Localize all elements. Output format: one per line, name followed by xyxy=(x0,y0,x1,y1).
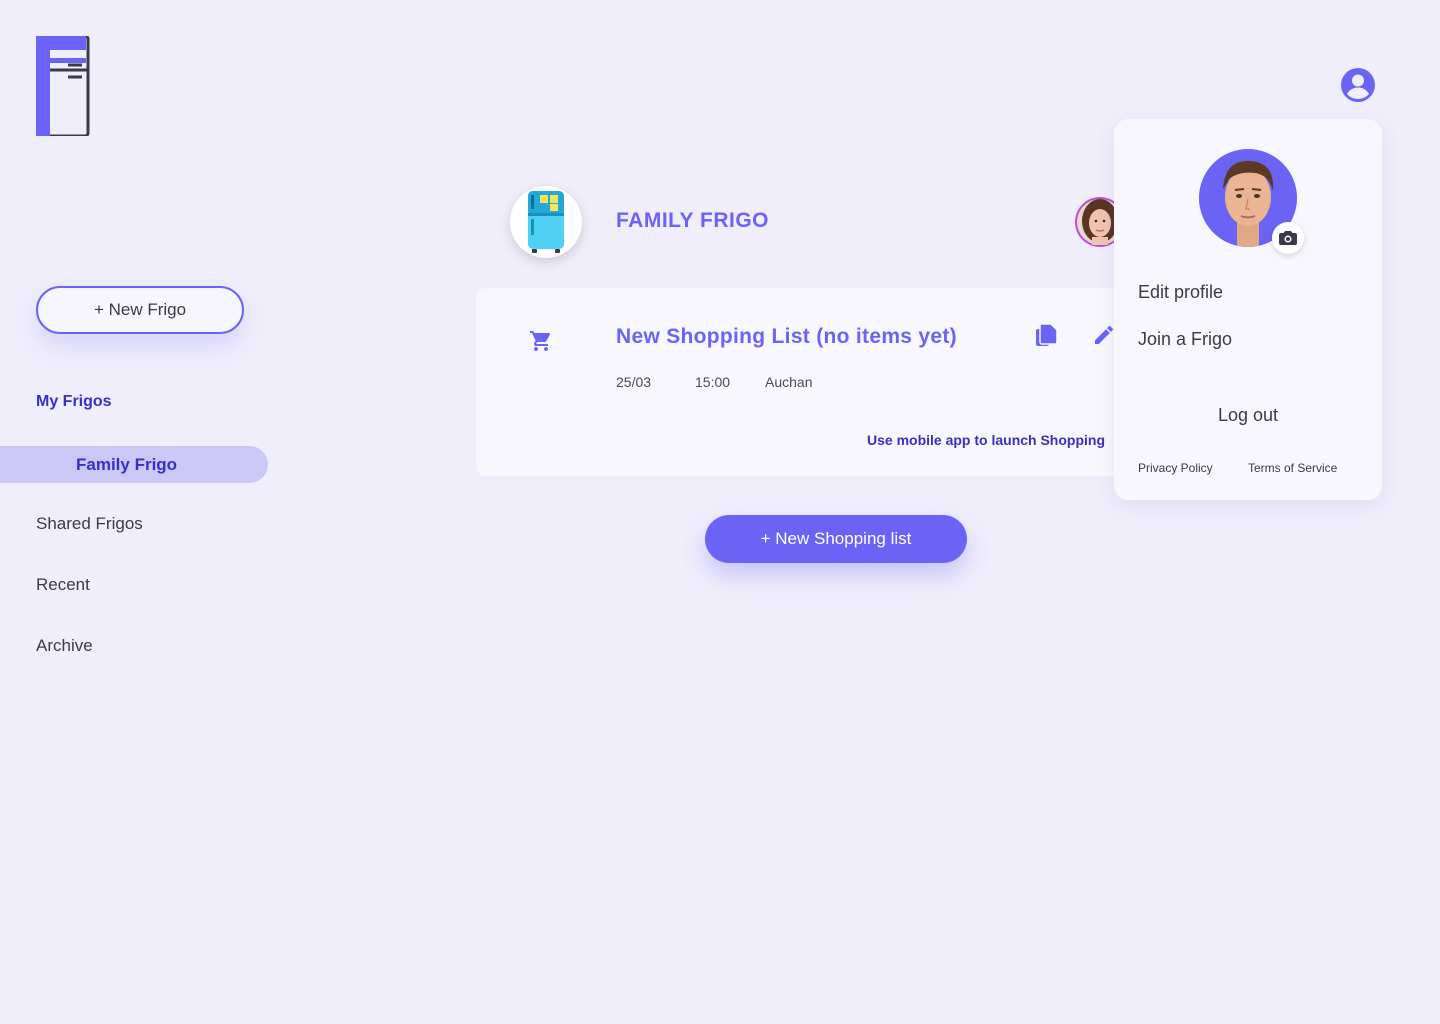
my-frigos-heading: My Frigos xyxy=(36,393,112,410)
list-store: Auchan xyxy=(765,374,813,390)
frigo-avatar xyxy=(510,186,582,258)
copy-icon[interactable] xyxy=(1036,324,1058,348)
profile-dropdown: Edit profile Join a Frigo Log out Privac… xyxy=(1114,119,1382,500)
fridge-logo[interactable] xyxy=(36,36,90,136)
new-shopping-list-button[interactable]: + New Shopping list xyxy=(705,515,967,563)
sidebar-item-shared-frigos[interactable]: Shared Frigos xyxy=(36,514,143,534)
terms-of-service-link[interactable]: Terms of Service xyxy=(1248,461,1337,475)
sidebar-item-archive[interactable]: Archive xyxy=(36,636,93,656)
list-date: 25/03 xyxy=(616,374,652,390)
list-time: 15:00 xyxy=(695,374,731,390)
launch-shopping-link[interactable]: Use mobile app to launch Shopping xyxy=(867,432,1117,448)
edit-profile-item[interactable]: Edit profile xyxy=(1138,282,1223,303)
fridge-illustration-icon xyxy=(528,191,564,253)
frigo-title: FAMILY FRIGO xyxy=(616,209,770,232)
shopping-list-title[interactable]: New Shopping List (no items yet) xyxy=(616,325,957,349)
privacy-policy-link[interactable]: Privacy Policy xyxy=(1138,461,1213,475)
cart-icon[interactable] xyxy=(529,329,553,353)
shopping-list-card[interactable]: New Shopping List (no items yet) 25/03 1… xyxy=(476,288,1166,476)
new-frigo-button[interactable]: + New Frigo xyxy=(36,286,244,334)
join-frigo-item[interactable]: Join a Frigo xyxy=(1138,329,1232,350)
camera-icon xyxy=(1279,231,1297,245)
log-out-item[interactable]: Log out xyxy=(1114,405,1382,426)
sidebar-item-family-frigo[interactable]: Family Frigo xyxy=(0,446,268,483)
change-photo-button[interactable] xyxy=(1272,222,1304,254)
pencil-icon[interactable] xyxy=(1092,323,1116,347)
sidebar-item-recent[interactable]: Recent xyxy=(36,575,90,595)
user-circle-icon[interactable] xyxy=(1341,68,1375,102)
